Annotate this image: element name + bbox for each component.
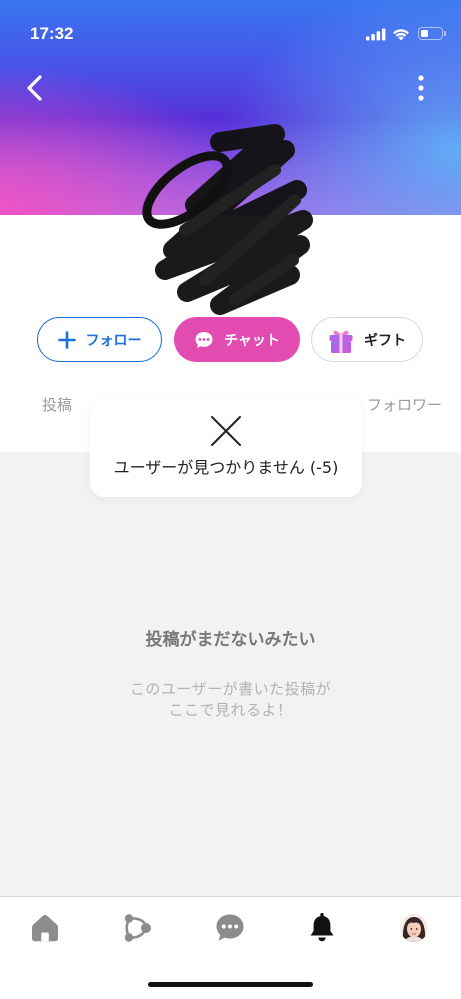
posts-content-area bbox=[0, 452, 461, 896]
status-time: 17:32 bbox=[30, 24, 74, 43]
gift-icon bbox=[329, 330, 353, 353]
tab-profile[interactable] bbox=[394, 908, 434, 948]
stat-followers-label[interactable]: フォロワー bbox=[362, 395, 442, 415]
stat-posts-label[interactable]: 投稿 bbox=[42, 395, 72, 415]
gift-button-label: ギフト bbox=[364, 332, 406, 349]
cellular-signal-icon bbox=[366, 28, 386, 41]
tab-connections[interactable] bbox=[117, 908, 157, 948]
chat-button-label: チャット bbox=[224, 332, 280, 349]
empty-state-subtitle-line-1: このユーザーが書いた投稿が bbox=[129, 680, 332, 698]
more-menu-button[interactable] bbox=[414, 75, 428, 101]
bell-icon bbox=[310, 913, 334, 942]
battery-level-fill bbox=[420, 29, 429, 37]
wifi-icon bbox=[393, 29, 409, 41]
empty-state-title: 投稿がまだないみたい bbox=[145, 630, 316, 650]
home-icon bbox=[32, 915, 58, 942]
more-vertical-icon bbox=[418, 75, 424, 101]
chat-button[interactable]: チャット bbox=[174, 317, 300, 362]
toast-message: ユーザーが見つかりません (-5) bbox=[113, 458, 339, 477]
back-button[interactable] bbox=[24, 74, 46, 102]
close-icon bbox=[211, 416, 241, 446]
battery-icon bbox=[418, 27, 443, 40]
empty-state-subtitle-line-2: ここで見れるよ！ bbox=[168, 701, 293, 719]
plus-icon bbox=[57, 330, 76, 349]
chat-bubble-icon bbox=[216, 914, 244, 941]
tab-chat[interactable] bbox=[210, 908, 250, 948]
follow-button-label: フォロー bbox=[85, 332, 142, 349]
chevron-left-icon bbox=[27, 75, 42, 101]
profile-avatar-icon bbox=[400, 914, 428, 942]
follow-button[interactable]: フォロー bbox=[37, 317, 162, 362]
battery-nub bbox=[444, 31, 446, 36]
home-indicator[interactable] bbox=[148, 982, 313, 987]
chat-bubble-icon bbox=[195, 331, 213, 348]
share-nodes-icon bbox=[124, 914, 151, 942]
tab-home[interactable] bbox=[25, 908, 65, 948]
gift-button[interactable]: ギフト bbox=[311, 317, 423, 362]
tab-notifications[interactable] bbox=[302, 908, 342, 948]
profile-avatar[interactable] bbox=[125, 120, 320, 315]
error-toast: ユーザーが見つかりません (-5) bbox=[90, 398, 362, 497]
